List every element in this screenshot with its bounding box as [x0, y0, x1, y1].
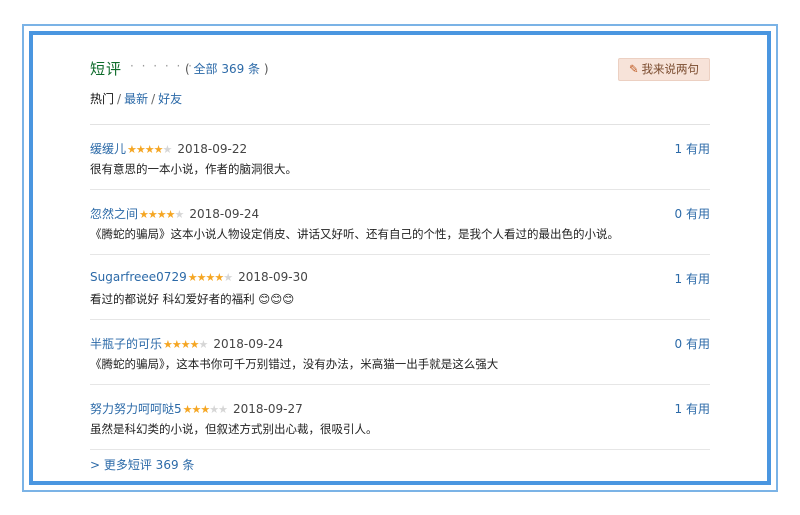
review-meta: 努力努力呵呵哒5★★★★★ 2018-09-27 — [90, 400, 303, 417]
pencil-icon: ✎ — [628, 62, 639, 76]
star-icon: ★ — [218, 403, 228, 416]
review-list: 缓缓儿★★★★★ 2018-09-22 1 有用 很有意思的一本小说，作者的脑洞很大。… — [90, 124, 710, 450]
star-icon: ★ — [198, 338, 209, 351]
tab-hot[interactable]: 热门 — [90, 92, 114, 106]
star-icon: ★ — [144, 143, 155, 156]
rating-stars: ★★★★★ — [187, 271, 233, 284]
total-count: ( 全部 369 条 ) — [185, 60, 269, 77]
review-date: 2018-09-30 — [238, 270, 308, 284]
star-icon: ★ — [180, 338, 191, 351]
review-text: 很有意思的一本小说，作者的脑洞很大。 — [90, 162, 297, 176]
star-icon: ★ — [153, 143, 164, 156]
all-reviews-link[interactable]: 全部 369 条 — [194, 62, 261, 76]
write-review-button[interactable]: ✎ 我来说两句 — [617, 58, 710, 81]
star-icon: ★ — [200, 403, 210, 416]
useful-vote-button[interactable]: 0 有用 — [675, 205, 710, 222]
star-icon: ★ — [139, 208, 149, 221]
star-icon: ★ — [127, 143, 137, 156]
review-meta: 缓缓儿★★★★★ 2018-09-22 — [90, 140, 247, 157]
rating-stars: ★★★★★ — [127, 143, 173, 156]
star-icon: ★ — [156, 208, 167, 221]
review-date: 2018-09-22 — [177, 142, 248, 156]
tab-latest[interactable]: 最新 — [124, 92, 148, 106]
review-meta: Sugarfreee0729★★★★★ 2018-09-30 — [90, 270, 308, 284]
review-date: 2018-09-27 — [233, 402, 303, 416]
star-icon: ★ — [209, 403, 219, 416]
star-icon: ★ — [163, 338, 173, 351]
rating-stars: ★★★★★ — [182, 403, 228, 416]
useful-vote-button[interactable]: 1 有用 — [675, 140, 710, 157]
review-item: 努力努力呵呵哒5★★★★★ 2018-09-27 1 有用虽然是科幻类的小说，但叙述… — [90, 385, 710, 450]
star-icon: ★ — [187, 271, 198, 284]
review-author[interactable]: 半瓶子的可乐 — [90, 337, 162, 351]
star-icon: ★ — [171, 338, 182, 351]
star-icon: ★ — [165, 208, 176, 221]
review-date: 2018-09-24 — [189, 207, 260, 221]
star-icon: ★ — [223, 271, 233, 284]
tab-friends[interactable]: 好友 — [158, 92, 182, 106]
tab-separator: / — [117, 92, 122, 106]
write-review-label: 我来说两句 — [641, 62, 700, 76]
review-author[interactable]: 努力努力呵呵哒5 — [90, 402, 182, 416]
more-reviews-link[interactable]: > 更多短评 369 条 — [90, 456, 710, 473]
star-icon: ★ — [205, 271, 215, 284]
rating-stars: ★★★★★ — [163, 338, 209, 351]
review-author[interactable]: 缓缓儿 — [90, 142, 126, 156]
review-date: 2018-09-24 — [213, 337, 284, 351]
review-meta: 忽然之间★★★★★ 2018-09-24 — [90, 205, 259, 222]
review-text: 虽然是科幻类的小说，但叙述方式别出心裁，很吸引人。 — [90, 422, 378, 436]
star-icon: ★ — [182, 403, 193, 416]
section-title: 短评 — [90, 60, 123, 78]
sort-tabs: 热门 / 最新 / 好友 — [90, 90, 710, 114]
useful-vote-button[interactable]: 0 有用 — [675, 335, 710, 352]
review-author[interactable]: Sugarfreee0729 — [90, 270, 187, 284]
review-item: 忽然之间★★★★★ 2018-09-24 0 有用 《腾蛇的骗局》这本小说人物设定俏皮… — [90, 190, 710, 255]
review-item: 半瓶子的可乐★★★★★ 2018-09-24 0 有用 《腾蛇的骗局》，这本书你可千万… — [90, 320, 710, 385]
star-icon: ★ — [147, 208, 158, 221]
useful-vote-button[interactable]: 1 有用 — [675, 400, 710, 417]
star-icon: ★ — [135, 143, 146, 156]
review-text: 《腾蛇的骗局》这本小说人物设定俏皮、讲话又好听、还有自己的个性，是我个人看过的最… — [90, 227, 619, 241]
tab-separator: / — [151, 92, 156, 106]
review-item: 缓缓儿★★★★★ 2018-09-22 1 有用 很有意思的一本小说，作者的脑洞很大。 — [90, 125, 710, 190]
count-suffix: ) — [260, 62, 269, 76]
rating-stars: ★★★★★ — [139, 208, 185, 221]
review-text: 看过的都说好 科幻爱好者的福利 😊😊😊 — [90, 292, 295, 306]
short-review-panel: 短评 · · · · · · ( 全部 369 条 ) ✎ 我来说两句 热门 / 最新… — [90, 50, 710, 473]
useful-vote-button[interactable]: 1 有用 — [675, 270, 710, 287]
review-meta: 半瓶子的可乐★★★★★ 2018-09-24 — [90, 335, 283, 352]
review-item: Sugarfreee0729★★★★★ 2018-09-30 1 有用看过的都说好 … — [90, 255, 710, 320]
panel-header: 短评 · · · · · · ( 全部 369 条 ) ✎ 我来说两句 — [90, 50, 710, 88]
star-icon: ★ — [174, 208, 185, 221]
star-icon: ★ — [162, 143, 173, 156]
review-author[interactable]: 忽然之间 — [90, 207, 138, 221]
count-prefix: ( — [185, 62, 194, 76]
review-text: 《腾蛇的骗局》，这本书你可千万别错过，没有办法，米高猫一出手就是这么强大 — [90, 357, 499, 371]
star-icon: ★ — [189, 338, 200, 351]
star-icon: ★ — [214, 271, 224, 284]
